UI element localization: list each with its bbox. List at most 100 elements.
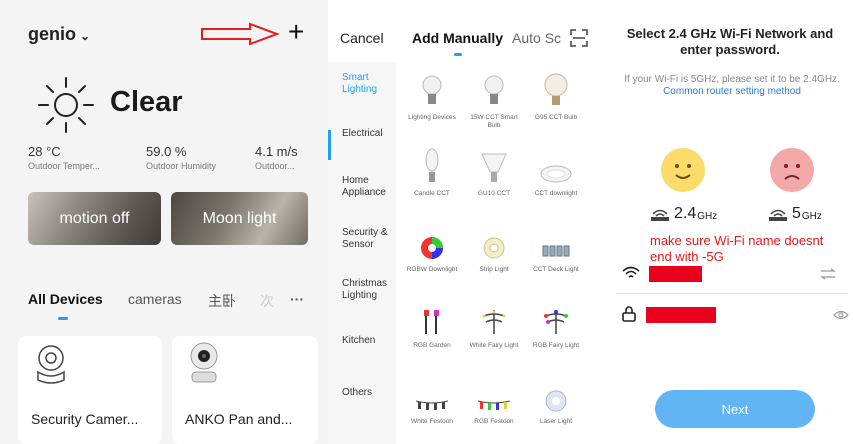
- tab-master-bedroom[interactable]: 主卧: [208, 291, 236, 311]
- scene-motion-off[interactable]: motion off: [28, 192, 161, 245]
- device-label: RGB Fairy Light: [532, 342, 580, 349]
- device-label: RGBW Downlight: [406, 266, 458, 273]
- festoon-icon: [415, 400, 449, 410]
- sun-icon: [38, 77, 94, 133]
- device-strip-light[interactable]: Strip Light: [464, 222, 524, 274]
- show-password-icon[interactable]: [833, 310, 849, 320]
- camera-device-icon: [37, 345, 65, 384]
- humidity-stat: 59.0 % Outdoor Humidity: [146, 144, 216, 171]
- password-field[interactable]: [646, 307, 716, 323]
- device-label: RGB Festoon: [474, 418, 514, 425]
- humidity-label: Outdoor Humidity: [146, 161, 217, 171]
- happy-face-icon: [661, 148, 705, 192]
- device-rgb-garden[interactable]: RGB Garden: [402, 298, 462, 350]
- downlight-icon: [540, 165, 572, 183]
- scene-moon-light[interactable]: Moon light: [171, 192, 308, 245]
- band-unit: GHz: [697, 211, 718, 222]
- router-settings-link[interactable]: Common router setting method: [663, 86, 801, 97]
- add-device-button[interactable]: +: [288, 16, 304, 48]
- device-label: White Fairy Light: [469, 342, 519, 349]
- candle-bulb-icon: [425, 148, 439, 182]
- wifi-name-field[interactable]: [649, 266, 702, 282]
- more-tabs-icon[interactable]: ···: [290, 291, 304, 307]
- device-rgb-fairy-light[interactable]: RGB Fairy Light: [526, 298, 586, 350]
- band-value: 5: [792, 205, 801, 222]
- category-smart-lighting[interactable]: Smart Lighting: [342, 72, 388, 96]
- rgb-festoon-icon: [477, 400, 511, 410]
- device-label: Candle CCT: [414, 190, 450, 197]
- tab-partial[interactable]: 次: [260, 291, 274, 311]
- rgb-fairy-light-icon: [544, 310, 568, 334]
- category-christmas-lighting[interactable]: Christmas Lighting: [342, 278, 392, 302]
- next-label: Next: [721, 401, 749, 417]
- category-kitchen[interactable]: Kitchen: [342, 335, 375, 347]
- device-label: G95 CCT Bulb: [534, 114, 578, 121]
- device-label: GU10 CCT: [477, 190, 511, 197]
- wifi-icon: [622, 266, 640, 278]
- category-sidebar: Smart Lighting Electrical Home Appliance…: [328, 62, 396, 444]
- spot-bulb-icon: [481, 153, 507, 182]
- device-cct-deck-light[interactable]: CCT Deck Light: [526, 222, 586, 274]
- wind-label: Outdoor...: [255, 161, 295, 171]
- sad-face-icon: [770, 148, 814, 192]
- cancel-button[interactable]: Cancel: [340, 30, 384, 46]
- device-label: Lighting Devices: [408, 114, 456, 121]
- tab-auto-scan[interactable]: Auto Sc: [512, 30, 561, 46]
- device-cct-downlight[interactable]: CCT downlight: [526, 146, 586, 198]
- band-unit: GHz: [801, 211, 822, 222]
- device-rgbw-downlight[interactable]: RGBW Downlight: [402, 222, 462, 274]
- lock-icon: [622, 306, 636, 322]
- deck-light-icon: [542, 245, 570, 257]
- wifi-setup-panel: Select 2.4 GHz Wi-Fi Network and enter p…: [598, 0, 853, 444]
- temperature-value: 28 °C: [28, 144, 61, 159]
- wifi-hint: If your Wi-Fi is 5GHz, please set it to …: [616, 74, 848, 98]
- pan-camera-icon: [190, 342, 218, 383]
- band-5ghz: 5 GHz: [768, 205, 822, 223]
- next-button[interactable]: Next: [655, 390, 815, 428]
- active-tab-indicator: [454, 53, 462, 56]
- device-label: White Festoon: [411, 418, 453, 425]
- scene-label: motion off: [59, 209, 130, 227]
- device-laser-light[interactable]: Laser Light: [526, 374, 586, 426]
- home-selector[interactable]: genio ⌄: [28, 24, 90, 45]
- device-label: CCT Deck Light: [533, 266, 579, 273]
- switch-network-icon[interactable]: [820, 268, 836, 280]
- category-others[interactable]: Others: [342, 387, 372, 399]
- device-candle-cct[interactable]: Candle CCT: [402, 146, 462, 198]
- category-electrical[interactable]: Electrical: [342, 128, 383, 140]
- device-rgb-festoon[interactable]: RGB Festoon: [464, 374, 524, 426]
- device-15w-cct-bulb[interactable]: 15W CCT Smart Bulb: [464, 70, 524, 130]
- temperature-label: Outdoor Temper...: [28, 161, 100, 171]
- device-gu10-cct[interactable]: GU10 CCT: [464, 146, 524, 198]
- add-device-panel: Cancel Add Manually Auto Sc Smart Lighti…: [328, 0, 598, 444]
- device-white-fairy-light[interactable]: White Fairy Light: [464, 298, 524, 350]
- device-lighting-devices[interactable]: Lighting Devices: [402, 70, 462, 122]
- device-tabs: All Devices cameras 主卧 次 ···: [28, 291, 318, 311]
- category-home-appliance[interactable]: Home Appliance: [342, 175, 388, 199]
- tab-add-manually[interactable]: Add Manually: [412, 30, 503, 46]
- chevron-down-icon: ⌄: [80, 29, 91, 43]
- scan-icon[interactable]: [569, 28, 589, 48]
- bulb-icon: [422, 75, 442, 104]
- temperature-stat: 28 °C Outdoor Temper...: [28, 144, 100, 171]
- device-card-anko-pan[interactable]: ANKO Pan and...: [172, 336, 318, 444]
- home-name: genio: [28, 24, 76, 44]
- category-security-sensor[interactable]: Security & Sensor: [342, 227, 392, 251]
- fairy-light-icon: [482, 310, 506, 334]
- wind-stat: 4.1 m/s Outdoor...: [255, 144, 298, 171]
- active-category-indicator: [328, 130, 331, 160]
- tab-all-devices[interactable]: All Devices: [28, 291, 103, 307]
- router-icon: [769, 209, 787, 221]
- device-white-festoon[interactable]: White Festoon: [402, 374, 462, 426]
- device-name: ANKO Pan and...: [185, 411, 293, 427]
- laser-light-icon: [545, 390, 567, 412]
- bulb-icon: [484, 75, 504, 104]
- device-card-security-camera[interactable]: Security Camer...: [18, 336, 162, 444]
- tab-cameras[interactable]: cameras: [128, 291, 182, 307]
- device-g95-cct-bulb[interactable]: G95 CCT Bulb: [526, 70, 586, 122]
- humidity-value: 59.0 %: [146, 144, 187, 159]
- device-label: Laser Light: [539, 418, 573, 425]
- annotation-arrow-icon: [201, 22, 280, 46]
- annotation-note: make sure Wi-Fi name doesnt end with -5G: [650, 233, 824, 264]
- band-2-4ghz: 2.4 GHz: [650, 205, 717, 223]
